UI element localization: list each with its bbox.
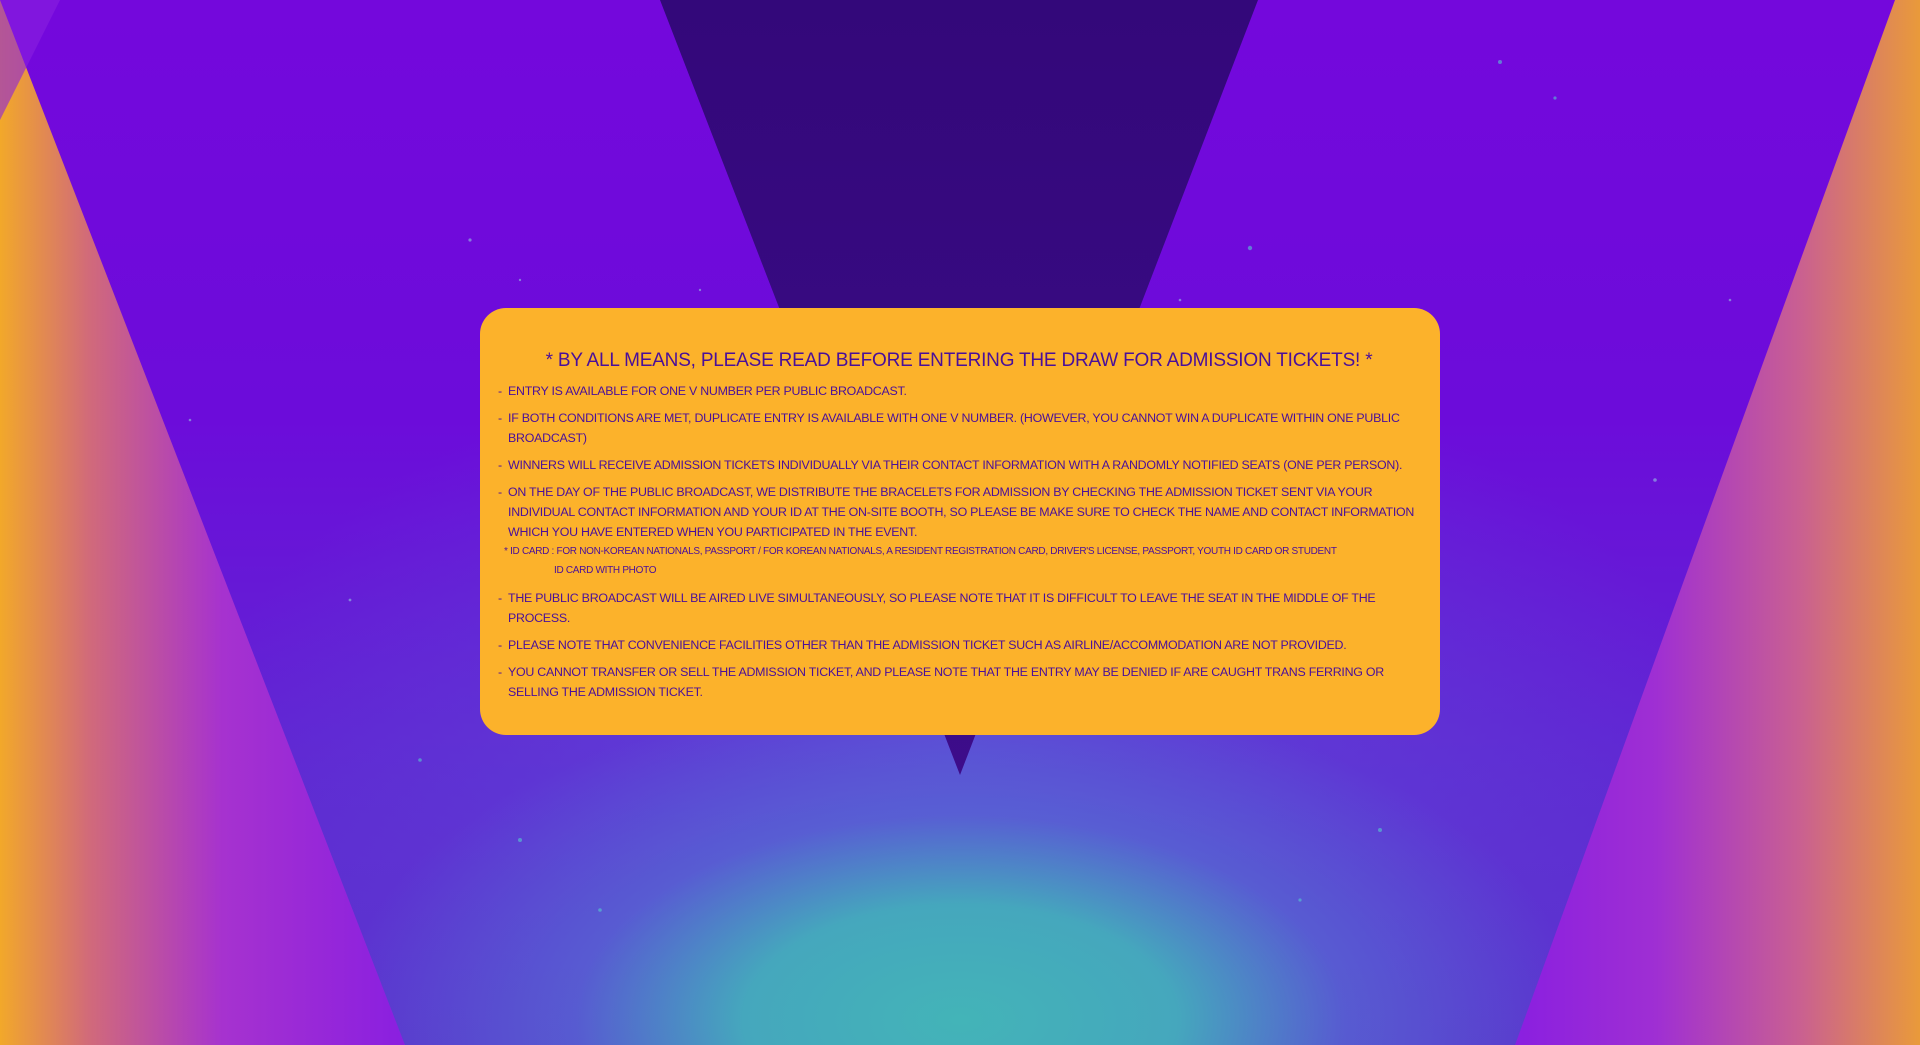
rules-list: - ENTRY IS AVAILABLE FOR ONE V NUMBER PE…	[498, 381, 1420, 702]
rule-item: - ENTRY IS AVAILABLE FOR ONE V NUMBER PE…	[498, 381, 1420, 401]
notice-title: * BY ALL MEANS, PLEASE READ BEFORE ENTER…	[545, 350, 1373, 371]
id-card-note-line1: * ID CARD : FOR NON-KOREAN NATIONALS, PA…	[504, 546, 1337, 557]
rule-item: - YOU CANNOT TRANSFER OR SELL THE ADMISS…	[498, 662, 1420, 702]
rule-text: ON THE DAY OF THE PUBLIC BROADCAST, WE D…	[508, 485, 1415, 539]
right-v-band	[1515, 0, 1920, 1045]
id-card-note-line2: ID CARD WITH PHOTO	[554, 565, 657, 576]
rule-text: PLEASE NOTE THAT CONVENIENCE FACILITIES …	[508, 638, 1347, 652]
left-v-band	[0, 0, 405, 1045]
rule-dash: -	[498, 411, 502, 425]
rule-dash: -	[498, 638, 502, 652]
id-card-note: * ID CARD : FOR NON-KOREAN NATIONALS, PA…	[504, 542, 1420, 580]
rule-text: YOU CANNOT TRANSFER OR SELL THE ADMISSIO…	[508, 665, 1384, 699]
rule-dash: -	[498, 458, 502, 472]
rule-item: - PLEASE NOTE THAT CONVENIENCE FACILITIE…	[498, 635, 1420, 655]
rule-text: WINNERS WILL RECEIVE ADMISSION TICKETS I…	[508, 458, 1403, 472]
rule-dash: -	[498, 591, 502, 605]
admission-notice-card: * BY ALL MEANS, PLEASE READ BEFORE ENTER…	[480, 308, 1440, 735]
event-notice-page: * BY ALL MEANS, PLEASE READ BEFORE ENTER…	[0, 0, 1920, 1045]
rule-text: THE PUBLIC BROADCAST WILL BE AIRED LIVE …	[508, 591, 1376, 625]
rule-dash: -	[498, 665, 502, 679]
rule-item: - IF BOTH CONDITIONS ARE MET, DUPLICATE …	[498, 408, 1420, 448]
rule-item: - WINNERS WILL RECEIVE ADMISSION TICKETS…	[498, 455, 1420, 475]
rule-dash: -	[498, 485, 502, 499]
rule-dash: -	[498, 384, 502, 398]
rule-text: ENTRY IS AVAILABLE FOR ONE V NUMBER PER …	[508, 384, 907, 398]
rule-text: IF BOTH CONDITIONS ARE MET, DUPLICATE EN…	[508, 411, 1400, 445]
rule-item: - ON THE DAY OF THE PUBLIC BROADCAST, WE…	[498, 482, 1420, 542]
rule-item: - THE PUBLIC BROADCAST WILL BE AIRED LIV…	[498, 588, 1420, 628]
